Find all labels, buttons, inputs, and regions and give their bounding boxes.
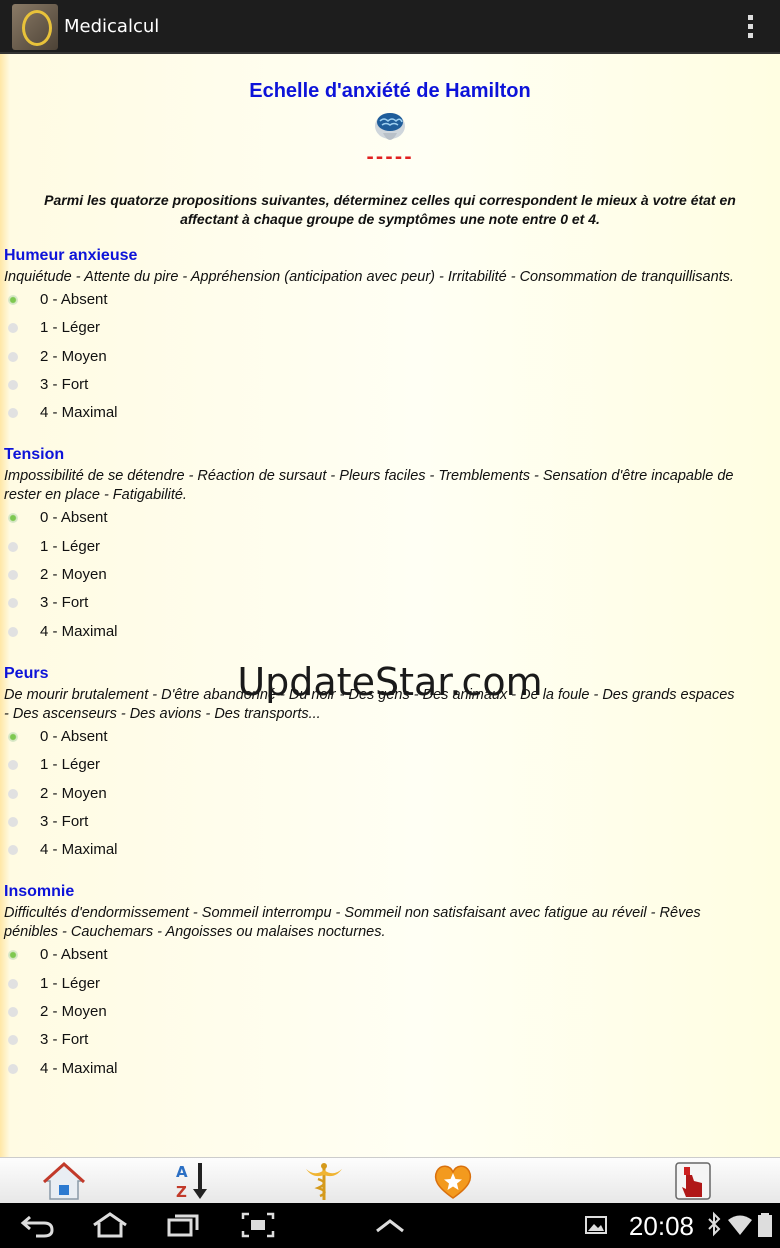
recent-apps-icon[interactable] xyxy=(165,1211,201,1243)
radio-option[interactable]: 4 - Maximal xyxy=(4,400,780,428)
radio-button[interactable] xyxy=(8,1063,18,1074)
radio-button[interactable] xyxy=(8,295,18,305)
watermark: UpdateStar.com xyxy=(237,660,543,704)
overflow-menu-icon[interactable] xyxy=(748,15,754,39)
radio-button[interactable] xyxy=(8,570,18,581)
section-0: Humeur anxieuse Inquiétude - Attente du p… xyxy=(4,247,780,428)
page-title: Echelle d'anxiété de Hamilton xyxy=(249,80,531,102)
radio-option[interactable]: 1 - Léger xyxy=(4,971,780,999)
radio-label[interactable]: 0 - Absent xyxy=(40,728,108,745)
bluetooth-icon xyxy=(706,1211,722,1243)
radio-label[interactable]: 3 - Fort xyxy=(40,594,88,611)
radio-button[interactable] xyxy=(8,950,18,961)
app-title: Medicalcul xyxy=(64,16,160,37)
svg-text:A: A xyxy=(176,1163,188,1181)
radio-label[interactable]: 2 - Moyen xyxy=(40,566,107,583)
radio-button[interactable] xyxy=(8,351,18,362)
radio-button[interactable] xyxy=(8,1007,18,1018)
radio-button[interactable] xyxy=(8,816,18,827)
favorite-heart-icon[interactable] xyxy=(431,1161,475,1201)
radio-label[interactable]: 2 - Moyen xyxy=(40,1003,107,1020)
radio-button[interactable] xyxy=(8,731,18,742)
radio-button[interactable] xyxy=(8,845,18,856)
radio-button[interactable] xyxy=(8,760,18,771)
radio-option[interactable]: 2 - Moyen xyxy=(4,781,780,809)
screenshot-icon[interactable] xyxy=(240,1211,276,1243)
radio-option[interactable]: 3 - Fort xyxy=(4,372,780,400)
radio-button[interactable] xyxy=(8,788,18,799)
section-description: Impossibilité de se détendre - Réaction … xyxy=(4,468,734,504)
section-description: Inquiétude - Attente du pire - Appréhens… xyxy=(4,269,734,285)
system-bar: 20:08 xyxy=(0,1203,780,1248)
radio-option[interactable]: 0 - Absent xyxy=(4,287,780,315)
svg-text:Z: Z xyxy=(176,1183,187,1201)
battery-icon xyxy=(756,1211,774,1243)
bottom-toolbar: A Z xyxy=(0,1157,780,1204)
radio-option[interactable]: 1 - Léger xyxy=(4,315,780,343)
section-title: Humeur anxieuse xyxy=(4,247,138,264)
sort-az-icon[interactable]: A Z xyxy=(172,1161,216,1201)
radio-option[interactable]: 4 - Maximal xyxy=(4,1056,780,1084)
radio-label[interactable]: 3 - Fort xyxy=(40,376,88,393)
radio-button[interactable] xyxy=(8,626,18,637)
radio-label[interactable]: 4 - Maximal xyxy=(40,1060,118,1077)
radio-option[interactable]: 0 - Absent xyxy=(4,724,780,752)
radio-option[interactable]: 1 - Léger xyxy=(4,752,780,780)
app-logo-icon[interactable] xyxy=(12,4,58,50)
touch-icon[interactable] xyxy=(672,1161,716,1201)
gallery-notification-icon xyxy=(584,1211,608,1243)
radio-button[interactable] xyxy=(8,598,18,609)
radio-label[interactable]: 3 - Fort xyxy=(40,1031,88,1048)
radio-label[interactable]: 2 - Moyen xyxy=(40,348,107,365)
radio-label[interactable]: 0 - Absent xyxy=(40,509,108,526)
radio-option[interactable]: 1 - Léger xyxy=(4,534,780,562)
radio-label[interactable]: 4 - Maximal xyxy=(40,623,118,640)
section-description: Difficultés d'endormissement - Sommeil i… xyxy=(4,905,701,941)
radio-option[interactable]: 0 - Absent xyxy=(4,942,780,970)
wifi-icon xyxy=(727,1211,753,1243)
radio-option[interactable]: 3 - Fort xyxy=(4,809,780,837)
chevron-up-icon[interactable] xyxy=(372,1211,408,1243)
section-3: Insomnie Difficultés d'endormissement - S… xyxy=(4,883,780,1083)
content-scroll-area[interactable]: Echelle d'anxiété de Hamilton ----- Parm… xyxy=(0,54,780,1157)
back-icon[interactable] xyxy=(20,1211,56,1243)
radio-button[interactable] xyxy=(8,513,18,524)
radio-button[interactable] xyxy=(8,978,18,989)
section-title: Tension xyxy=(4,446,65,464)
brain-head-icon xyxy=(370,109,410,149)
radio-button[interactable] xyxy=(8,323,18,334)
radio-label[interactable]: 0 - Absent xyxy=(40,946,108,963)
radio-option[interactable]: 3 - Fort xyxy=(4,1027,780,1055)
section-title: Insomnie xyxy=(4,883,75,901)
section-1: Tension Impossibilité de se détendre - Ré… xyxy=(4,446,780,646)
radio-option[interactable]: 2 - Moyen xyxy=(4,344,780,372)
separator-dashes: ----- xyxy=(366,147,414,168)
radio-option[interactable]: 4 - Maximal xyxy=(4,619,780,647)
radio-option[interactable]: 0 - Absent xyxy=(4,505,780,533)
caduceus-icon[interactable] xyxy=(302,1161,346,1201)
radio-option[interactable]: 2 - Moyen xyxy=(4,999,780,1027)
radio-label[interactable]: 1 - Léger xyxy=(40,756,100,773)
home-icon[interactable] xyxy=(42,1161,86,1201)
radio-button[interactable] xyxy=(8,408,18,419)
action-bar: Medicalcul xyxy=(0,0,780,54)
radio-label[interactable]: 3 - Fort xyxy=(40,813,88,830)
radio-option[interactable]: 3 - Fort xyxy=(4,590,780,618)
radio-label[interactable]: 0 - Absent xyxy=(40,291,108,308)
radio-button[interactable] xyxy=(8,1035,18,1046)
clock: 20:08 xyxy=(628,1211,694,1241)
radio-button[interactable] xyxy=(8,379,18,390)
radio-option[interactable]: 4 - Maximal xyxy=(4,837,780,865)
radio-label[interactable]: 4 - Maximal xyxy=(40,404,118,421)
intro-text: Parmi les quatorze propositions suivante… xyxy=(44,192,736,227)
radio-label[interactable]: 1 - Léger xyxy=(40,538,100,555)
radio-label[interactable]: 1 - Léger xyxy=(40,975,100,992)
home-nav-icon[interactable] xyxy=(90,1211,130,1243)
radio-label[interactable]: 2 - Moyen xyxy=(40,785,107,802)
radio-option[interactable]: 2 - Moyen xyxy=(4,562,780,590)
radio-label[interactable]: 4 - Maximal xyxy=(40,841,118,858)
radio-label[interactable]: 1 - Léger xyxy=(40,319,100,336)
radio-button[interactable] xyxy=(8,541,18,552)
